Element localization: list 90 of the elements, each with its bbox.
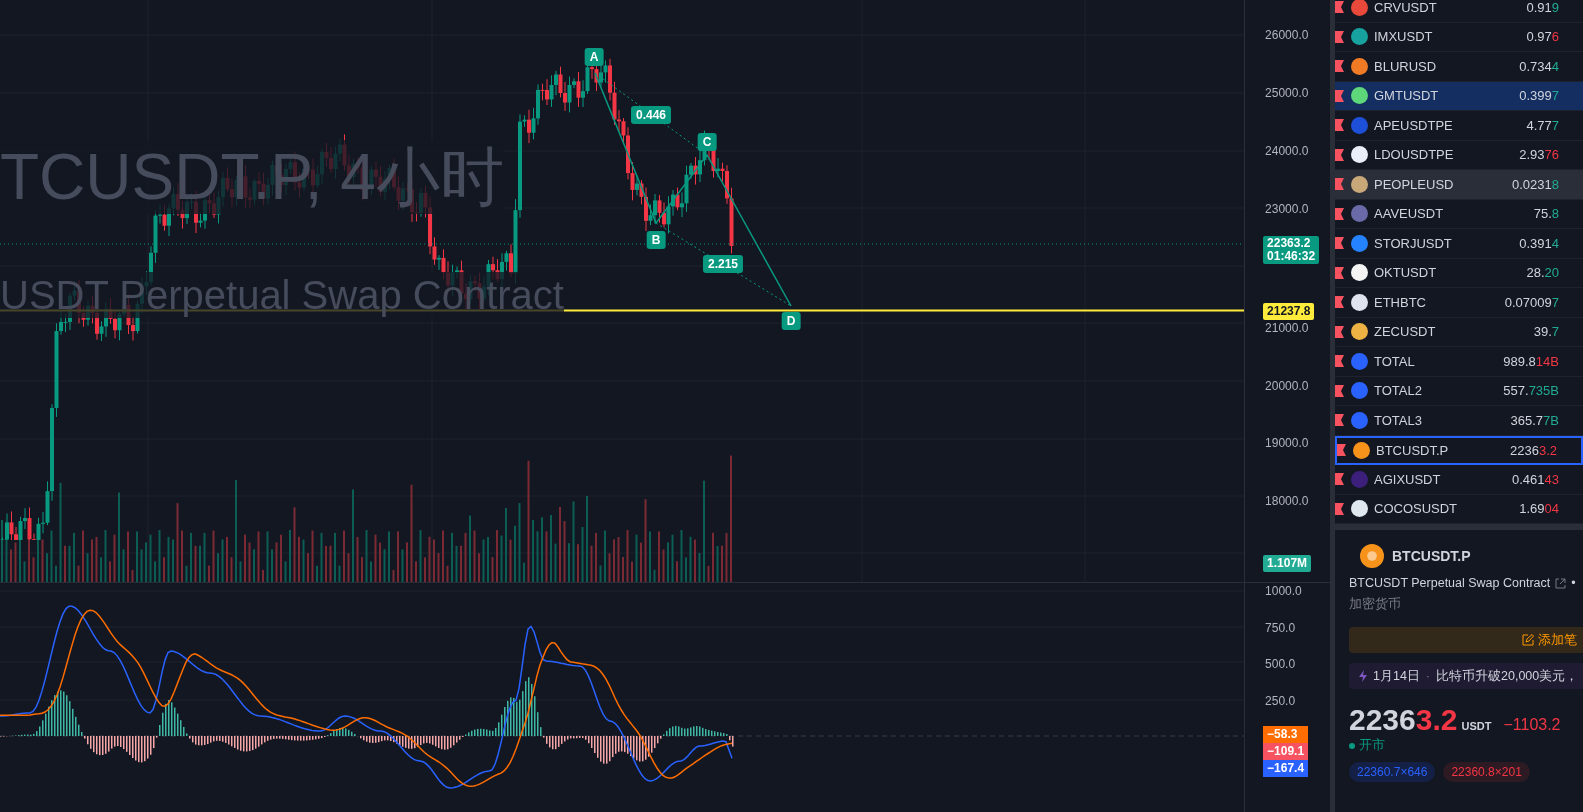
- price-value: 22363.2: [1510, 442, 1557, 458]
- axis-label: 21000.0: [1265, 321, 1309, 335]
- price-tag: 1.107M: [1263, 555, 1312, 572]
- price-value: 557.735B: [1503, 383, 1559, 399]
- value-tag: −109.1: [1263, 743, 1309, 760]
- price-value: 0.070097: [1504, 294, 1559, 310]
- pattern-ratio-label: 0.446: [631, 106, 671, 124]
- pattern-point-label: A: [584, 48, 604, 66]
- price-chart[interactable]: TCUSDT.P, 4小时 USDT Perpetual Swap Contract A B C D 0.446 2.215: [0, 0, 1245, 582]
- axis-label: 23000.0: [1265, 202, 1309, 216]
- news-date: 1月14日: [1373, 667, 1420, 685]
- watermark-title: TCUSDT.P, 4小时: [0, 140, 504, 214]
- pattern-point-label: B: [646, 231, 666, 249]
- watchlist-row[interactable]: CRVUSDT 0.919: [1335, 0, 1583, 23]
- watermark-subtitle: USDT Perpetual Swap Contract: [0, 272, 564, 318]
- market-status: 开市: [1359, 737, 1385, 754]
- price-value: 4.777: [1526, 117, 1559, 133]
- ask-quote: 22360.8×201: [1443, 762, 1530, 782]
- symbol-name: COCOSUSDT: [1374, 501, 1459, 517]
- price-value: 0.46143: [1512, 471, 1559, 487]
- pattern-point-label: C: [697, 133, 717, 151]
- value-tag: −58.3: [1263, 726, 1309, 743]
- category-label: 加密货币: [1349, 596, 1402, 613]
- axis-label: 250.0: [1265, 693, 1296, 708]
- price-value: 0.7344: [1519, 58, 1559, 74]
- symbol-title: BTCUSDT.P: [1392, 548, 1471, 564]
- axis-label: 26000.0: [1265, 28, 1309, 42]
- external-link-icon[interactable]: [1555, 577, 1567, 589]
- price-change: −1103.2: [1503, 716, 1561, 734]
- axis-label: 19000.0: [1265, 436, 1309, 450]
- edit-icon: [1521, 634, 1534, 646]
- axis-label: 24000.0: [1265, 144, 1309, 158]
- axis-label: 20000.0: [1265, 378, 1309, 393]
- symbol-name: APEUSDTPE: [1374, 117, 1454, 133]
- symbol-name: TOTAL3: [1374, 412, 1423, 428]
- axis-label: 25000.0: [1265, 86, 1309, 100]
- price-value: 0.02318: [1512, 176, 1559, 192]
- axis-label: 1000.0: [1265, 584, 1302, 598]
- price-value: 0.919: [1526, 0, 1559, 15]
- symbol-name: CRVUSDT: [1374, 0, 1438, 15]
- price-value: 75.8: [1533, 206, 1559, 222]
- symbol-name: ETHBTC: [1374, 294, 1427, 310]
- symbol-name: STORJUSDT: [1374, 235, 1453, 251]
- symbol-name: PEOPLEUSD: [1374, 176, 1455, 192]
- news-banner[interactable]: 1月14日 · 比特币升破20,000美元，: [1349, 663, 1583, 689]
- price-tag: 21237.8: [1263, 303, 1315, 320]
- harmonic-pattern-lines[interactable]: [594, 72, 792, 307]
- coin-icon: [1360, 544, 1384, 568]
- price-value: 989.814B: [1503, 353, 1559, 369]
- axis-label: 750.0: [1265, 620, 1296, 635]
- lightning-icon: [1359, 670, 1367, 682]
- symbol-name: TOTAL: [1374, 353, 1416, 369]
- price-tag: 22363.2 01:46:32: [1263, 236, 1320, 264]
- symbol-name: ZECUSDT: [1374, 324, 1437, 340]
- symbol-description: BTCUSDT Perpetual Swap Contract: [1349, 576, 1551, 590]
- pattern-ratio-label: 2.215: [703, 255, 743, 273]
- price-value: 0.3997: [1519, 88, 1559, 104]
- symbol-name: IMXUSDT: [1374, 29, 1434, 45]
- watchlist-row[interactable]: BTCUSDT.P 22363.2: [1335, 435, 1583, 465]
- price-value: 28.20: [1526, 265, 1559, 281]
- price-value: 2.9376: [1519, 147, 1559, 163]
- separator-dot: •: [1571, 576, 1576, 590]
- price-value: 1.6904: [1519, 501, 1559, 517]
- watchlist-row[interactable]: PEOPLEUSD 0.02318: [1335, 170, 1583, 200]
- symbol-name: TOTAL2: [1374, 383, 1423, 399]
- axis-label: 500.0: [1265, 657, 1296, 671]
- symbol-name: LDOUSDTPE: [1374, 147, 1455, 163]
- price-value: 39.7: [1533, 324, 1559, 340]
- symbol-name: OKTUSDT: [1374, 265, 1438, 281]
- watchlist-row[interactable]: GMTUSDT 0.3997: [1335, 81, 1583, 111]
- indicator-axis[interactable]: 1000.0 750.0 500.0 250.0 −58.3 −109.1 −167.4: [1244, 583, 1330, 812]
- symbol-name: GMTUSDT: [1374, 88, 1440, 104]
- symbol-name: AAVEUSDT: [1374, 206, 1445, 222]
- add-note-button[interactable]: 添加笔: [1349, 627, 1583, 653]
- value-tag: −167.4: [1263, 760, 1309, 777]
- symbol-name: AGIXUSDT: [1374, 471, 1442, 487]
- symbol-name: BLURUSD: [1374, 58, 1438, 74]
- price-value: 365.77B: [1510, 412, 1559, 428]
- symbol-name: BTCUSDT.P: [1376, 442, 1450, 458]
- price-value: 0.976: [1526, 29, 1559, 45]
- flag-icon[interactable]: [1337, 444, 1346, 457]
- news-separator: ·: [1425, 669, 1431, 683]
- last-price: 22363.2: [1349, 703, 1458, 737]
- status-dot: [1349, 742, 1355, 749]
- currency-label: USDT: [1461, 720, 1492, 732]
- news-headline: 比特币升破20,000美元，: [1436, 667, 1579, 685]
- axis-label: 18000.0: [1265, 493, 1309, 508]
- price-value: 0.3914: [1519, 235, 1559, 251]
- bid-quote: 22360.7×646: [1349, 762, 1436, 782]
- pattern-point-label: D: [781, 312, 801, 330]
